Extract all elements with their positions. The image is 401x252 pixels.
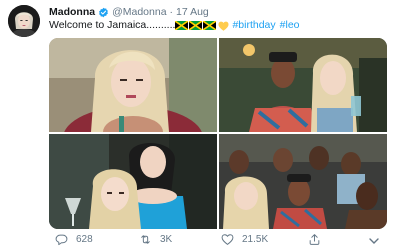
photo-1-image [49,38,217,132]
tweet-text: Welcome to Jamaica.......... #birthday #… [49,19,300,32]
photo-4-image [219,134,387,229]
like-button[interactable]: 21.5K [221,233,268,246]
reply-button[interactable]: 628 [55,233,93,246]
photo-1[interactable] [49,38,217,132]
jamaica-flag-emoji-icon [175,21,189,30]
author-handle[interactable]: @Madonna [112,6,166,18]
avatar-image [8,5,40,37]
heart-icon [221,234,234,245]
photo-2-image [219,38,387,132]
reply-count: 628 [76,234,93,245]
jamaica-flag-emoji-icon [189,21,203,30]
tweet: Madonna @Madonna · 17 Aug Welcome to Jam… [0,0,401,252]
retweet-icon [141,235,150,244]
photo-3[interactable] [49,134,217,229]
photo-3-image [49,134,217,229]
hashtag-birthday[interactable]: #birthday [232,19,275,32]
tweet-actions: 628 3K 21.5K [49,233,389,247]
photo-2[interactable] [219,38,387,132]
retweet-count: 3K [160,234,173,245]
like-count: 21.5K [242,234,269,245]
photo-4[interactable] [219,134,387,229]
tweet-date[interactable]: 17 Aug [176,6,209,18]
tweet-body: Welcome to Jamaica.......... [49,19,176,31]
share-icon [309,234,320,245]
chevron-down-icon[interactable] [369,237,379,245]
verified-badge-icon [99,7,108,17]
separator-dot: · [169,6,174,18]
share-button[interactable] [308,233,329,246]
avatar[interactable] [8,5,40,37]
photo-grid [49,38,387,229]
retweet-button[interactable]: 3K [139,233,172,246]
reply-icon [55,234,68,246]
tweet-header: Madonna @Madonna · 17 Aug [49,6,209,18]
yellow-heart-emoji-icon [218,21,229,31]
author-name[interactable]: Madonna [49,6,95,18]
hashtag-leo[interactable]: #leo [280,19,300,32]
jamaica-flag-emoji-icon [203,21,217,30]
